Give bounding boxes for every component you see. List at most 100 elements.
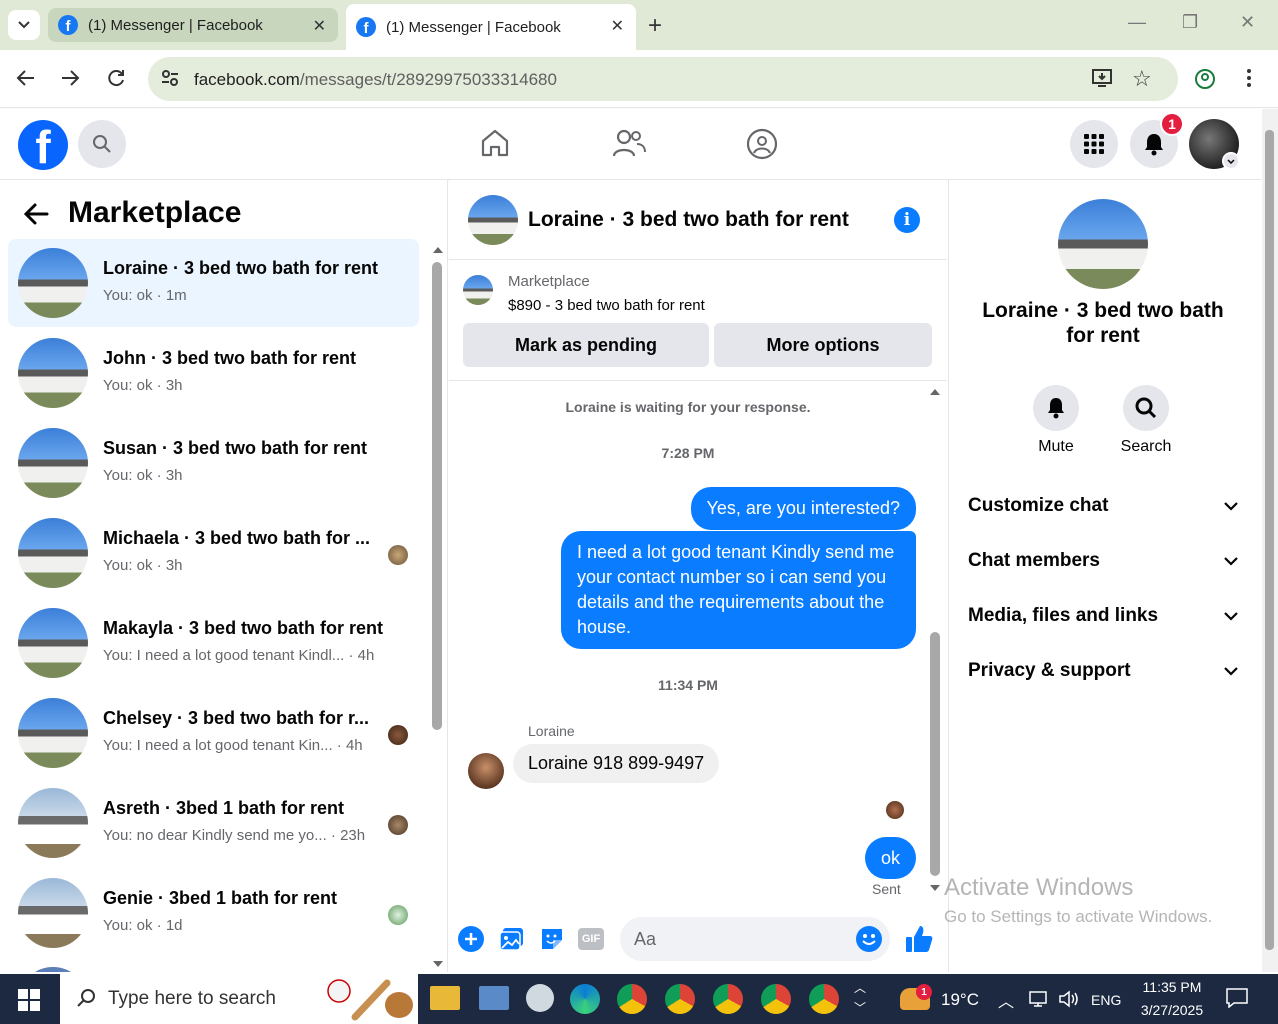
conversation-row[interactable]: Susan · 3 bed two bath for rent You: ok …	[8, 419, 419, 507]
scroll-up-arrow-icon[interactable]	[432, 246, 444, 254]
mark-as-pending-button[interactable]: Mark as pending	[463, 323, 709, 367]
url-path: /messages/t/28929975033314680	[299, 70, 557, 89]
edge-browser-icon[interactable]	[570, 984, 600, 1014]
read-receipt-avatar	[388, 725, 408, 745]
friends-icon[interactable]	[612, 128, 646, 158]
home-icon[interactable]	[480, 128, 510, 158]
conversation-preview: You: I need a lot good tenant Kindl... ·…	[103, 647, 375, 664]
new-tab-button[interactable]: +	[648, 12, 662, 40]
chrome-browser-icon[interactable]	[665, 984, 695, 1014]
taskbar-search-placeholder: Type here to search	[108, 988, 276, 1009]
listing-title[interactable]: $890 - 3 bed two bath for rent	[508, 297, 705, 314]
conversation-row[interactable]: Chelsey · 3 bed two bath for r... You: I…	[8, 689, 419, 777]
chat-scrollbar[interactable]	[930, 632, 940, 876]
baseball-illustration-icon	[325, 977, 415, 1021]
browser-tab-2[interactable]: f (1) Messenger | Facebook ✕	[346, 4, 636, 50]
mute-button[interactable]	[1033, 385, 1079, 431]
site-info-icon[interactable]	[160, 68, 180, 88]
browser-tab-1[interactable]: f (1) Messenger | Facebook ✕	[48, 8, 338, 42]
back-arrow-icon[interactable]	[22, 200, 50, 228]
close-tab-icon[interactable]: ✕	[313, 16, 326, 36]
tab-search-button[interactable]	[8, 10, 40, 40]
chat-avatar[interactable]	[468, 195, 518, 245]
weather-temperature[interactable]: 19°C	[941, 990, 979, 1010]
sender-avatar[interactable]	[468, 753, 504, 789]
gif-icon[interactable]: GIF	[578, 928, 604, 950]
outgoing-message[interactable]: ok	[865, 837, 916, 879]
conversation-row[interactable]: Makayla · 3 bed two bath for rent You: I…	[8, 599, 419, 687]
tray-chevron-up-icon[interactable]: ︿	[998, 988, 1014, 1012]
browser-menu-icon[interactable]	[1246, 68, 1252, 88]
desktop-app-icon[interactable]	[479, 986, 509, 1010]
conversation-row[interactable]: Genie · 3bed 1 bath for rent You: ok · 1…	[8, 869, 419, 957]
url-text[interactable]: facebook.com/messages/t/2892997503331468…	[194, 70, 557, 90]
chrome-browser-icon[interactable]	[809, 984, 839, 1014]
profile-avatar[interactable]	[1058, 199, 1148, 289]
incoming-message[interactable]: Loraine 918 899-9497	[513, 744, 720, 783]
conversation-row[interactable]: Loraine · 3 bed two bath for rent You: o…	[8, 239, 419, 327]
section-media-files-links[interactable]: Media, files and links	[968, 605, 1238, 627]
section-label: Chat members	[968, 550, 1100, 571]
conversation-row[interactable]: Asreth · 3bed 1 bath for rent You: no de…	[8, 779, 419, 867]
section-customize-chat[interactable]: Customize chat	[968, 495, 1238, 517]
restore-icon[interactable]: ❐	[1182, 12, 1198, 33]
section-chat-members[interactable]: Chat members	[968, 550, 1238, 572]
action-center-icon[interactable]	[1226, 988, 1248, 1008]
section-privacy-support[interactable]: Privacy & support	[968, 660, 1238, 682]
outgoing-message[interactable]: Yes, are you interested?	[690, 487, 916, 530]
conversation-row[interactable]: John · 3 bed two bath for rent You: ok ·…	[8, 329, 419, 417]
listing-thumbnail[interactable]	[463, 275, 493, 305]
search-button[interactable]	[78, 120, 126, 168]
scroll-down-arrow-icon[interactable]	[432, 960, 444, 968]
conversation-avatar	[18, 967, 88, 972]
file-explorer-icon[interactable]	[430, 986, 460, 1010]
volume-icon[interactable]	[1058, 990, 1080, 1008]
chevron-down-icon	[1224, 556, 1238, 566]
search-in-chat-button[interactable]	[1123, 385, 1169, 431]
taskbar-overflow-arrows-icon[interactable]: ︿ ﹀	[854, 978, 866, 1018]
message-input[interactable]: Aa	[620, 917, 890, 961]
chrome-browser-icon[interactable]	[713, 984, 743, 1014]
conversation-list-scrollbar[interactable]	[432, 262, 442, 730]
outgoing-message[interactable]: I need a lot good tenant Kindly send me …	[561, 531, 916, 649]
reload-icon[interactable]	[106, 68, 126, 88]
scroll-down-arrow-icon[interactable]	[929, 884, 941, 892]
menu-button[interactable]	[1070, 120, 1118, 168]
close-tab-icon[interactable]: ✕	[611, 16, 624, 36]
conversation-row[interactable]: Michaela · 3 bed two bath for ... You: o…	[8, 509, 419, 597]
chat-title[interactable]: Loraine · 3 bed two bath for rent	[528, 208, 849, 232]
taskbar-date[interactable]: 3/27/2025	[1134, 1002, 1210, 1018]
back-icon[interactable]	[16, 68, 36, 88]
more-options-button[interactable]: More options	[714, 323, 932, 367]
chrome-browser-icon[interactable]	[617, 984, 647, 1014]
conversation-avatar	[18, 608, 88, 678]
conversation-name: Genie · 3bed 1 bath for rent	[103, 888, 338, 908]
info-icon[interactable]: i	[894, 207, 920, 233]
conversation-name: Asreth · 3bed 1 bath for rent	[103, 798, 345, 818]
page-scrollbar[interactable]	[1265, 130, 1274, 950]
add-more-icon[interactable]	[458, 926, 484, 952]
network-icon[interactable]	[1028, 990, 1048, 1008]
attach-photo-icon[interactable]	[499, 926, 525, 952]
taskbar-time[interactable]: 11:35 PM	[1140, 979, 1204, 995]
bookmark-star-icon[interactable]: ☆	[1132, 66, 1152, 92]
profile-icon[interactable]	[1194, 68, 1216, 90]
window-close-icon[interactable]: ✕	[1240, 12, 1255, 33]
windows-start-icon[interactable]	[18, 989, 40, 1011]
sticker-icon[interactable]	[539, 926, 565, 952]
account-chevron-icon[interactable]	[1222, 152, 1240, 170]
seen-avatar	[886, 801, 904, 819]
groups-icon[interactable]	[746, 128, 778, 160]
like-thumb-icon[interactable]	[904, 924, 934, 954]
minimize-icon[interactable]: —	[1128, 12, 1146, 33]
emoji-icon[interactable]	[856, 926, 882, 952]
scroll-up-arrow-icon[interactable]	[929, 388, 941, 396]
chrome-browser-icon[interactable]	[761, 984, 791, 1014]
tab-title: (1) Messenger | Facebook	[386, 18, 561, 36]
input-language[interactable]: ENG	[1091, 992, 1121, 1008]
install-app-icon[interactable]	[1092, 68, 1114, 88]
conversation-avatar	[18, 338, 88, 408]
snipping-tool-icon[interactable]	[526, 984, 554, 1012]
forward-icon[interactable]	[60, 68, 80, 88]
facebook-logo-icon[interactable]: f	[18, 120, 68, 170]
